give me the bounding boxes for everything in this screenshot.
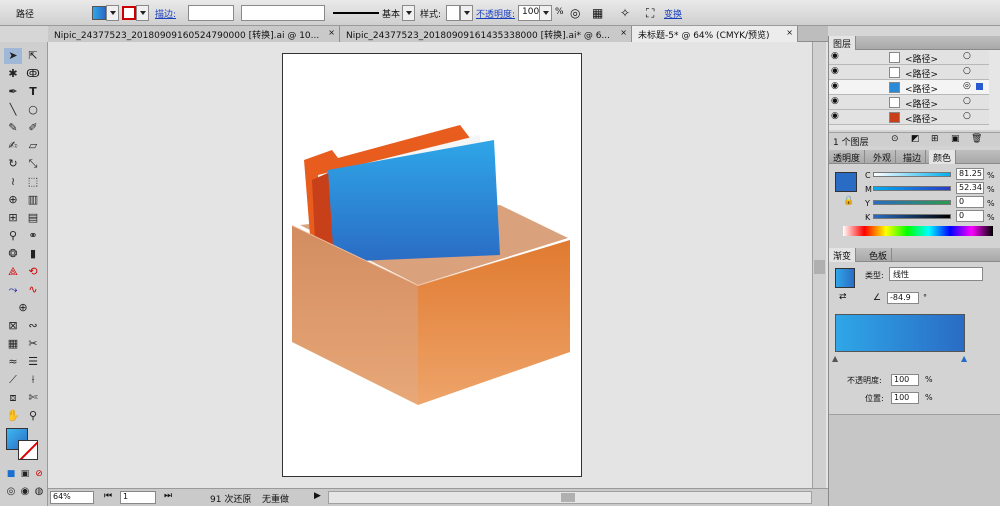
layer-thumb: [889, 112, 900, 123]
channel-y-percent: %: [987, 199, 995, 208]
eye-icon[interactable]: ◉: [831, 96, 839, 106]
gradient-type-select[interactable]: 线性: [889, 267, 983, 281]
channel-c-percent: %: [987, 171, 995, 180]
layer-label: <路径>: [905, 100, 939, 110]
gradient-position-label: 位置:: [865, 394, 884, 403]
reverse-gradient-icon[interactable]: ⇄: [839, 292, 847, 302]
layers-panel-header: 图层: [829, 36, 1000, 50]
layer-label: <路径>: [905, 70, 939, 80]
selection-indicator[interactable]: [976, 83, 983, 90]
eye-icon[interactable]: ◉: [831, 111, 839, 121]
tab-stroke[interactable]: 描边: [899, 150, 927, 164]
status-bar: 64% ⏮ 1 ⏭ 91 次还原 无重做 ▶: [48, 488, 828, 506]
target-icon[interactable]: ○: [963, 96, 971, 106]
target-icon[interactable]: ○: [963, 66, 971, 76]
status-arrow-icon[interactable]: ▶: [314, 491, 321, 501]
gradient-type-label: 类型:: [865, 271, 884, 280]
channel-y-value[interactable]: 0: [956, 196, 984, 208]
channel-y-label: Y: [865, 199, 870, 208]
zoom-select[interactable]: 64%: [50, 491, 94, 504]
layer-label: <路径>: [905, 55, 939, 65]
gradient-angle-input[interactable]: -84.9: [887, 292, 919, 304]
layer-label: <路径>: [905, 115, 939, 125]
channel-m-slider[interactable]: [873, 186, 951, 191]
target-icon[interactable]: ○: [963, 111, 971, 121]
layer-thumb: [889, 82, 900, 93]
channel-c-value[interactable]: 81.25: [956, 168, 984, 180]
color-fill-icon[interactable]: [835, 172, 857, 192]
channel-m-value[interactable]: 52.34: [956, 182, 984, 194]
tab-color[interactable]: 颜色: [929, 150, 957, 164]
gradient-stop-right-icon[interactable]: ▲: [961, 354, 967, 363]
layer-thumb: [889, 97, 900, 108]
tab-appearance[interactable]: 外观: [869, 150, 897, 164]
new-sublayer-icon[interactable]: ⊞: [931, 134, 939, 144]
gradient-opacity-label: 不透明度:: [847, 376, 882, 385]
layers-footer: 1 个图层 ⊙ ◩ ⊞ ▣ 🗑: [829, 132, 1000, 148]
vertical-scrollbar[interactable]: [812, 42, 826, 488]
collapsed-panels: [829, 414, 1000, 506]
redo-count: 无重做: [262, 495, 290, 505]
gradient-panel-body: 类型: 线性 ⇄ ∠ -84.9 ° ▲ ▲ 不透明度: 100 % 位置: 1…: [829, 262, 1000, 412]
target-icon[interactable]: ◎: [963, 81, 971, 91]
channel-y-slider[interactable]: [873, 200, 951, 205]
horizontal-scrollbar[interactable]: [328, 491, 812, 504]
last-page-icon[interactable]: ⏭: [164, 491, 172, 501]
layer-row[interactable]: ◉ <路径> ○: [829, 65, 989, 80]
color-spectrum[interactable]: [843, 226, 993, 236]
lock-icon: 🔒: [843, 196, 855, 206]
locate-object-icon[interactable]: ⊙: [891, 134, 899, 144]
layer-row[interactable]: ◉ <路径> ○: [829, 50, 989, 65]
scroll-thumb[interactable]: [561, 493, 575, 502]
channel-k-percent: %: [987, 213, 995, 222]
layer-row[interactable]: ◉ <路径> ○: [829, 110, 989, 125]
undo-count: 91 次还原: [210, 495, 252, 505]
layer-label: <路径>: [905, 85, 939, 95]
target-icon[interactable]: ○: [963, 51, 971, 61]
channel-m-label: M: [865, 185, 872, 194]
channel-k-slider[interactable]: [873, 214, 951, 219]
page-select[interactable]: 1: [120, 491, 156, 504]
layers-list: ◉ <路径> ○ ◉ <路径> ○ ◉ <路径> ◎ ◉ <路径> ○ ◉ <路径> ○: [829, 50, 1000, 130]
angle-degree: °: [923, 293, 927, 302]
layer-count: 1 个图层: [833, 138, 869, 148]
layer-thumb: [889, 52, 900, 63]
eye-icon[interactable]: ◉: [831, 81, 839, 91]
gradient-opacity-percent: %: [925, 375, 933, 384]
delete-icon[interactable]: 🗑: [971, 134, 982, 144]
channel-c-label: C: [865, 171, 871, 180]
new-layer-icon[interactable]: ▣: [951, 134, 960, 144]
layer-thumb: [889, 67, 900, 78]
tab-swatches[interactable]: 色板: [865, 248, 893, 262]
channel-k-label: K: [865, 213, 871, 222]
right-panels: 图层 ◉ <路径> ○ ◉ <路径> ○ ◉ <路径> ◎ ◉ <路径> ○ ◉ <路径> ○ 1 …: [828, 36, 1000, 506]
scroll-thumb[interactable]: [814, 260, 825, 274]
gradient-slider-bar[interactable]: [835, 314, 965, 352]
clipping-mask-icon[interactable]: ◩: [911, 134, 920, 144]
angle-icon: ∠: [873, 293, 882, 303]
tab-gradient[interactable]: 渐变: [829, 248, 857, 262]
channel-k-value[interactable]: 0: [956, 210, 984, 222]
gradient-position-input[interactable]: 100: [891, 392, 919, 404]
color-panel-body: 🔒 C 81.25 % M 52.34 % Y 0 % K 0 %: [829, 164, 1000, 246]
eye-icon[interactable]: ◉: [831, 66, 839, 76]
channel-c-slider[interactable]: [873, 172, 951, 177]
gradient-panel-header: 渐变 色板: [829, 248, 1000, 262]
eye-icon[interactable]: ◉: [831, 51, 839, 61]
layer-row[interactable]: ◉ <路径> ○: [829, 95, 989, 110]
gradient-opacity-input[interactable]: 100: [891, 374, 919, 386]
tab-layers[interactable]: 图层: [829, 36, 857, 50]
gradient-preview-icon[interactable]: [835, 268, 855, 288]
gradient-stop-left-icon[interactable]: ▲: [832, 354, 838, 363]
gradient-position-percent: %: [925, 393, 933, 402]
channel-m-percent: %: [987, 185, 995, 194]
layer-row[interactable]: ◉ <路径> ◎: [829, 80, 989, 95]
tab-transparency[interactable]: 透明度: [829, 150, 866, 164]
color-panel-header: 透明度 外观 描边 颜色: [829, 150, 1000, 164]
first-page-icon[interactable]: ⏮: [104, 491, 112, 501]
